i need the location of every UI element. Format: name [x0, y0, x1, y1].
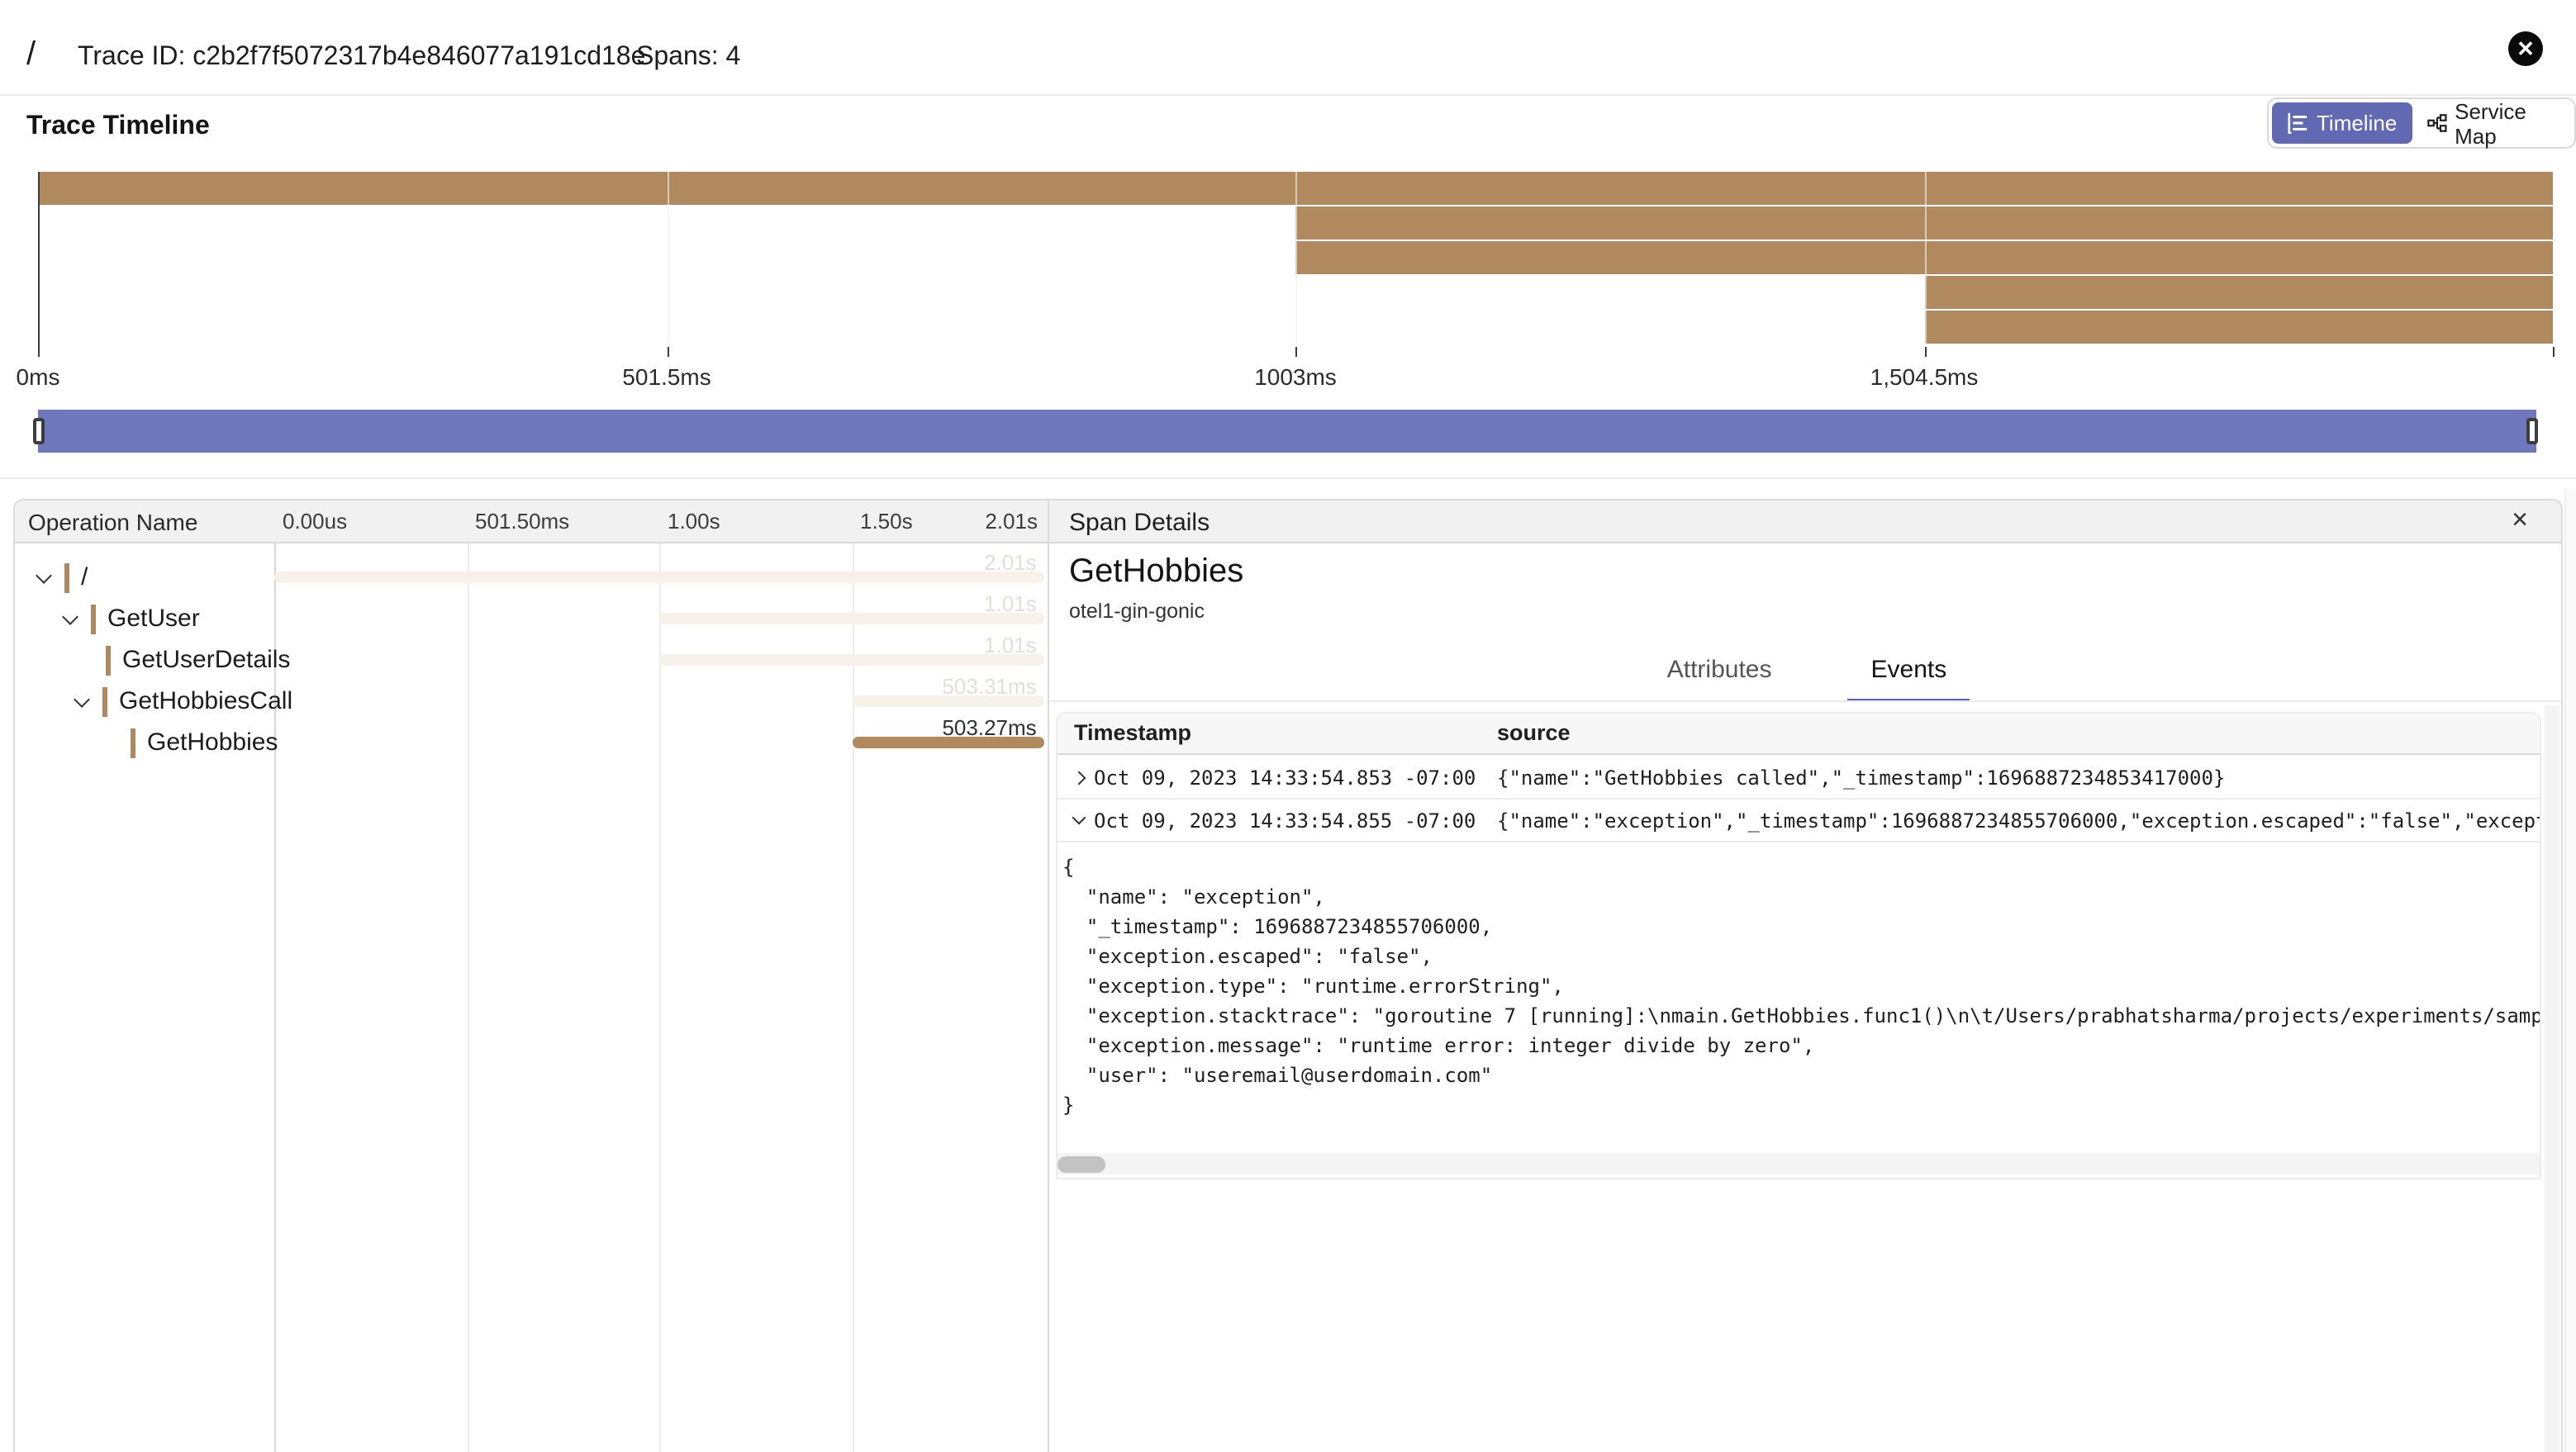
minimap-tick [38, 347, 40, 357]
span-name: GetHobbies [1069, 553, 1243, 591]
minimap-gridline-overlay [667, 172, 668, 345]
close-trace-button[interactable]: ✕ [2508, 31, 2543, 66]
page-scrollbar-gutter[interactable] [2564, 489, 2576, 1452]
operation-name[interactable]: GetHobbiesCall [119, 687, 292, 715]
section-divider [0, 477, 2576, 479]
events-table-header: Timestamp source [1057, 714, 2540, 755]
span-details-header: Span Details × [1049, 501, 2563, 543]
horizontal-scrollbar[interactable] [1057, 1153, 2540, 1174]
tab-events[interactable]: Events [1848, 646, 1970, 700]
minimap-tick-label: 501.5ms [622, 363, 711, 390]
gantt-chart-area: 0.00us 501.50ms 1.00s 1.50s 2.01s 2.01s … [274, 501, 1044, 1452]
slider-selected-range[interactable] [38, 410, 2536, 453]
event-source: {"name":"GetHobbies called","_timestamp"… [1497, 766, 2540, 790]
operation-name[interactable]: GetHobbies [147, 728, 278, 757]
tree-row-gethobbiescall[interactable]: GetHobbiesCall [15, 681, 292, 722]
span-details-title: Span Details [1069, 509, 1210, 537]
tab-service-map[interactable]: Service Map [2412, 102, 2571, 144]
minimap-gridline-overlay [1924, 172, 1926, 345]
tab-attributes[interactable]: Attributes [1644, 646, 1795, 700]
spans-count-text: Spans: 4 [636, 43, 740, 73]
operation-name[interactable]: / [81, 563, 88, 591]
slider-handle-right[interactable] [2526, 418, 2538, 444]
expand-row-icon[interactable] [1072, 771, 1086, 785]
span-color-bar [102, 686, 107, 716]
gantt-gridline [852, 543, 853, 1452]
span-details-panel: Span Details × GetHobbies otel1-gin-goni… [1048, 501, 2563, 1452]
slider-handle-left[interactable] [33, 418, 45, 444]
trace-id-text: Trace ID: c2b2f7f5072317b4e846077a191cd1… [78, 43, 645, 73]
tab-service-map-label: Service Map [2455, 98, 2556, 148]
trace-minimap[interactable]: 0ms 501.5ms 1003ms 1,504.5ms [38, 172, 2553, 345]
expanded-event-json: { "name": "exception", "_timestamp": 169… [1062, 852, 2540, 1120]
scrollbar-thumb[interactable] [1057, 1155, 1105, 1172]
trace-detail-section: Operation Name 0.00us 501.50ms 1.00s 1.5… [13, 499, 2563, 1452]
gantt-bar-gethobbiescall[interactable] [852, 695, 1044, 707]
gantt-bar-getuserdetails[interactable] [659, 654, 1044, 666]
tab-timeline-label: Timeline [2317, 111, 2397, 135]
timeline-icon [2287, 112, 2308, 134]
tree-row-root[interactable]: / [15, 557, 88, 598]
gantt-tick-label: 501.50ms [467, 509, 569, 534]
tree-row-gethobbies[interactable]: GetHobbies [15, 722, 278, 763]
span-color-bar [106, 645, 111, 675]
gantt-bar-gethobbies[interactable] [852, 737, 1044, 748]
minimap-gridline-overlay [1295, 172, 1297, 345]
view-toggle-group: Timeline Service Map [2267, 97, 2576, 149]
gantt-gridline [467, 543, 468, 1452]
gantt-tick-label: 0.00us [274, 509, 347, 534]
col-header-source: source [1497, 720, 1571, 745]
minimap-tick [667, 347, 668, 357]
chevron-down-icon[interactable] [36, 567, 52, 583]
service-map-icon [2426, 112, 2446, 134]
minimap-tick-label: 1003ms [1254, 363, 1337, 390]
events-table: Timestamp source Oct 09, 2023 14:33:54.8… [1056, 712, 2541, 1179]
minimap-tick [1924, 347, 1926, 357]
minimap-tick-label: 0ms [17, 363, 60, 390]
event-row-1[interactable]: Oct 09, 2023 14:33:54.853 -07:00 {"name"… [1057, 757, 2540, 800]
event-row-2[interactable]: Oct 09, 2023 14:33:54.855 -07:00 {"name"… [1057, 800, 2540, 842]
chevron-down-icon[interactable] [62, 608, 78, 624]
col-header-timestamp: Timestamp [1074, 720, 1191, 745]
gantt-tick-label: 1.00s [659, 509, 720, 534]
operation-name[interactable]: GetUserDetails [122, 646, 290, 674]
close-icon: ✕ [2517, 36, 2535, 62]
minimap-span-bar-gethobbiescall[interactable] [1924, 276, 2553, 309]
minimap-tick-label: 1,504.5ms [1870, 363, 1979, 390]
span-details-tabs: Attributes Events [1049, 646, 2563, 700]
event-timestamp: Oct 09, 2023 14:33:54.853 -07:00 [1094, 766, 1476, 790]
span-color-bar [64, 562, 69, 592]
event-source: {"name":"exception","_timestamp":1696887… [1497, 809, 2540, 833]
span-color-bar [91, 604, 96, 633]
collapse-row-icon[interactable] [1072, 811, 1086, 825]
tree-row-getuser[interactable]: GetUser [15, 598, 200, 639]
vertical-scrollbar-gutter[interactable] [2545, 705, 2559, 1452]
service-name: otel1-gin-gonic [1069, 600, 1205, 623]
gantt-gridline [659, 543, 661, 1452]
gantt-tick-label: 2.01s [985, 509, 1044, 534]
minimap-span-bar-gethobbies[interactable] [1924, 311, 2553, 344]
tabs-divider [1049, 700, 2563, 702]
tab-timeline[interactable]: Timeline [2272, 102, 2412, 144]
topbar-divider [0, 94, 2576, 96]
timeline-range-slider[interactable] [38, 410, 2553, 453]
trace-timeline-title: Trace Timeline [26, 112, 210, 142]
event-timestamp: Oct 09, 2023 14:33:54.855 -07:00 [1094, 809, 1476, 833]
minimap-tick [2553, 347, 2555, 357]
trace-view-page: / Trace ID: c2b2f7f5072317b4e846077a191c… [0, 0, 2576, 1452]
operation-name-header: Operation Name [28, 509, 197, 535]
route-title: / [26, 36, 36, 74]
span-color-bar [131, 728, 135, 757]
close-span-details-icon[interactable]: × [2512, 504, 2528, 537]
minimap-tick [1295, 347, 1297, 357]
tree-row-getuserdetails[interactable]: GetUserDetails [15, 639, 290, 681]
gantt-tick-label: 1.50s [852, 509, 913, 534]
minimap-axis-line [38, 172, 40, 355]
gantt-bar-getuser[interactable] [659, 613, 1044, 624]
chevron-down-icon[interactable] [74, 690, 90, 707]
gantt-bar-root[interactable] [274, 572, 1044, 583]
operation-name[interactable]: GetUser [107, 605, 200, 633]
